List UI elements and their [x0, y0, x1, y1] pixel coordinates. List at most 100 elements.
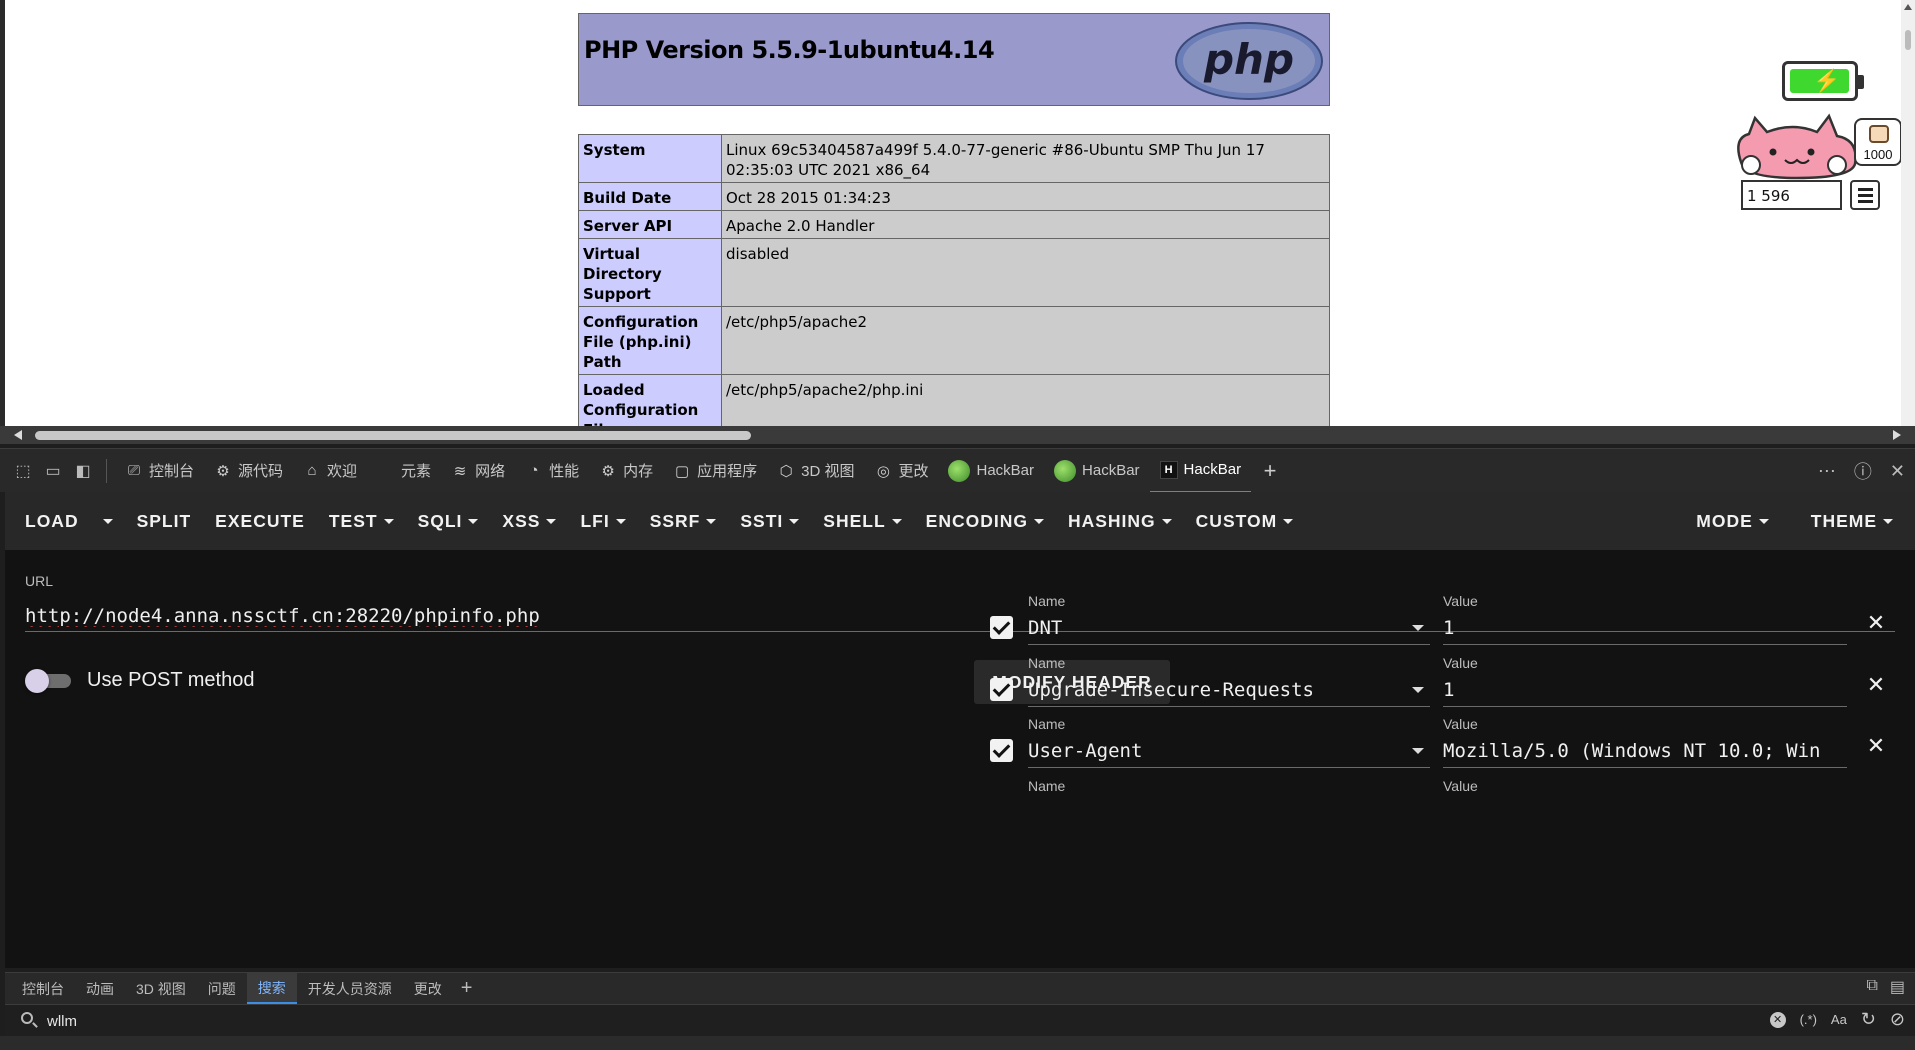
header-name-label: Name: [1028, 655, 1066, 671]
scrollbar-thumb[interactable]: [1905, 30, 1911, 50]
header-value-input[interactable]: Mozilla/5.0 (Windows NT 10.0; Win: [1443, 736, 1847, 768]
header-enabled-checkbox[interactable]: [990, 678, 1013, 701]
hackbar-sqli-button[interactable]: SQLI: [406, 492, 491, 550]
vertical-scrollbar[interactable]: [1901, 0, 1915, 426]
hackbar-custom-button[interactable]: CUSTOM: [1184, 492, 1306, 550]
devtools-tab[interactable]: ≋ 网络: [441, 449, 515, 493]
load-dropdown-button[interactable]: [91, 492, 125, 550]
hackbar-ssrf-button[interactable]: SSRF: [638, 492, 729, 550]
hackbar-hashing-button[interactable]: HASHING: [1056, 492, 1184, 550]
devtools-tab[interactable]: 元素: [367, 449, 441, 493]
phpinfo-value: Linux 69c53404587a499f 5.4.0-77-generic …: [721, 134, 1330, 183]
devtools-tab[interactable]: H HackBar: [1149, 449, 1252, 493]
drawer-layout-icon[interactable]: ▤: [1890, 977, 1905, 997]
devtools-tab[interactable]: ⚙ 内存: [589, 449, 663, 493]
devtools-tab-label: 源代码: [238, 463, 284, 480]
phpinfo-row: Loaded Configuration File/etc/php5/apach…: [578, 374, 1330, 426]
hackbar-test-button[interactable]: TEST: [317, 492, 406, 550]
drawer-tab[interactable]: 3D 视图: [125, 973, 197, 1004]
scroll-up-arrow[interactable]: [1904, 4, 1912, 10]
refresh-icon[interactable]: ↻: [1861, 1009, 1876, 1030]
device-emulation-icon[interactable]: ▭: [38, 449, 68, 493]
help-icon[interactable]: ⓘ: [1854, 458, 1872, 484]
hackbar-execute-button[interactable]: EXECUTE: [203, 492, 317, 550]
header-name-select[interactable]: DNT: [1028, 613, 1430, 645]
remove-header-icon[interactable]: ✕: [1864, 734, 1888, 758]
devtools-tab[interactable]: ⬡ 3D 视图: [767, 449, 864, 493]
devtools-tab[interactable]: HackBar: [938, 449, 1044, 493]
php-version-title: PHP Version 5.5.9-1ubuntu4.14: [584, 36, 995, 64]
inspect-icon[interactable]: ⬚: [8, 449, 38, 493]
undock-drawer-icon[interactable]: ⧉: [1866, 977, 1877, 997]
search-icon: [21, 1012, 33, 1024]
hackbar-xss-button[interactable]: XSS: [490, 492, 568, 550]
chevron-down-icon: [468, 518, 479, 524]
dock-side-icon[interactable]: ◧: [68, 449, 98, 493]
hackbar-button-label: SPLIT: [136, 510, 192, 531]
pet-menu-button[interactable]: [1850, 180, 1880, 210]
clear-search-icon[interactable]: ✕: [1769, 1011, 1786, 1028]
match-case-toggle[interactable]: Aa: [1831, 1012, 1847, 1027]
add-tab-button[interactable]: +: [1251, 449, 1289, 493]
devtools-tab-label: 控制台: [149, 463, 195, 480]
close-devtools-icon[interactable]: ✕: [1890, 461, 1905, 482]
devtools-tab[interactable]: ⌂ 欢迎: [293, 449, 367, 493]
header-name-select[interactable]: User-Agent: [1028, 736, 1430, 768]
hackbar-mode-button[interactable]: MODE: [1684, 492, 1781, 550]
header-name-select[interactable]: Upgrade-Insecure-Requests: [1028, 675, 1430, 707]
pet-counter: 1 596: [1741, 180, 1842, 210]
hackbar-ssti-button[interactable]: SSTI: [728, 492, 811, 550]
drawer-tab[interactable]: 开发人员资源: [297, 973, 403, 1004]
more-options-icon[interactable]: ⋯: [1818, 461, 1836, 482]
hackbar-split-button[interactable]: SPLIT: [125, 492, 204, 550]
phpinfo-row: System Linux 69c53404587a499f 5.4.0-77-ge…: [578, 134, 1330, 183]
drawer-tab[interactable]: 动画: [75, 973, 125, 1004]
cat-speech-bubble: 1000: [1854, 118, 1902, 166]
hackbar-lfi-button[interactable]: LFI: [568, 492, 637, 550]
hackbar-button-label: THEME: [1810, 510, 1877, 531]
devtools-tab[interactable]: HackBar: [1044, 449, 1150, 493]
regex-toggle[interactable]: (.*): [1800, 1012, 1817, 1027]
php-logo: php: [1175, 22, 1323, 100]
hackbar-panel: URL Use POST method MODIFY HEADER NameVa…: [5, 550, 1915, 968]
horizontal-scrollbar[interactable]: [0, 426, 1915, 444]
phpinfo-table: System Linux 69c53404587a499f 5.4.0-77-ge…: [578, 134, 1330, 426]
hackbar-encoding-button[interactable]: ENCODING: [914, 492, 1056, 550]
scroll-left-arrow[interactable]: [14, 430, 22, 440]
drawer-tab[interactable]: 控制台: [11, 973, 75, 1004]
scroll-right-arrow[interactable]: [1893, 430, 1901, 440]
post-method-toggle[interactable]: [25, 669, 75, 693]
phpinfo-row: Virtual Directory Support disabled: [578, 238, 1330, 307]
header-value-input[interactable]: 1: [1443, 613, 1847, 645]
devtools-tab[interactable]: ⎚ 控制台: [115, 449, 204, 493]
hackbar-button-label: MODE: [1696, 510, 1753, 531]
horizontal-scrollbar-thumb[interactable]: [35, 431, 751, 440]
devtools-tab-label: HackBar: [1082, 462, 1140, 479]
devtools-tab[interactable]: ◔ 性能: [515, 449, 589, 493]
hackbar-button-label: EXECUTE: [215, 510, 305, 531]
header-value-input[interactable]: 1: [1443, 675, 1847, 707]
hackbar-menu: LOAD SPLIT EXECUTE TEST SQLI XSS LFI SSRF SSTI SH…: [5, 492, 1305, 550]
drawer-tab[interactable]: 问题: [197, 973, 247, 1004]
devtools-tab[interactable]: ▢ 应用程序: [663, 449, 767, 493]
devtools-tab[interactable]: ⚙ 源代码: [204, 449, 293, 493]
hackbar-theme-button[interactable]: THEME: [1799, 492, 1905, 550]
drawer-tab[interactable]: 更改: [403, 973, 453, 1004]
header-enabled-checkbox[interactable]: [990, 616, 1013, 639]
header-enabled-checkbox[interactable]: [990, 739, 1013, 762]
devtools-tab-label: 应用程序: [697, 463, 758, 480]
hackbar-button-label: XSS: [502, 510, 541, 531]
devtools-tab[interactable]: ◎ 更改: [864, 449, 938, 493]
add-drawer-tab-button[interactable]: +: [453, 977, 481, 1000]
clear-results-icon[interactable]: ⊘: [1890, 1009, 1905, 1030]
remove-header-icon[interactable]: ✕: [1864, 673, 1888, 697]
remove-header-icon[interactable]: ✕: [1864, 611, 1888, 635]
devtools-window-controls: ⋯ ⓘ ✕: [1818, 449, 1905, 493]
search-input[interactable]: [47, 1010, 1747, 1032]
phpinfo-key: Virtual Directory Support: [578, 238, 722, 307]
drawer-tab[interactable]: 搜索: [246, 973, 297, 1004]
hackbar-shell-button[interactable]: SHELL: [811, 492, 913, 550]
header-value-label: Value: [1443, 778, 1478, 794]
hackbar-load-button[interactable]: LOAD: [13, 492, 91, 550]
pink-cat-pet[interactable]: [1733, 110, 1863, 180]
